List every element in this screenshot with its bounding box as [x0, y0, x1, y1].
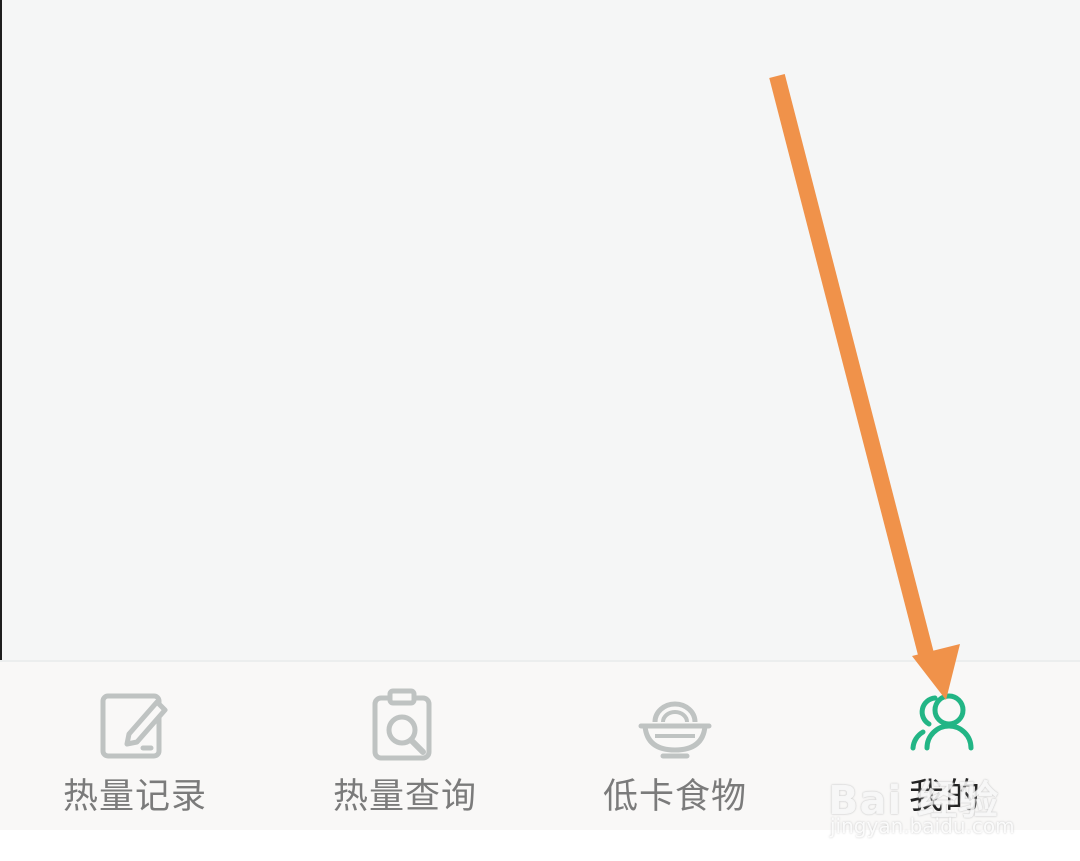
tab-low-cal-food[interactable]: 低卡食物: [565, 662, 785, 830]
tab-calorie-record[interactable]: 热量记录: [25, 662, 245, 830]
tab-calorie-record-label: 热量记录: [62, 777, 207, 817]
tab-calorie-query-label: 热量查询: [332, 777, 477, 817]
baidu-jingyan-watermark: Bai 经验 jingyan.baidu.com: [828, 762, 1028, 842]
food-bowl-icon: [638, 701, 712, 759]
watermark-url: jingyan.baidu.com: [830, 814, 1015, 838]
clipboard-search-icon: [372, 688, 432, 761]
users-icon: [910, 693, 974, 751]
edit-note-icon: [100, 693, 168, 759]
tab-low-cal-food-label: 低卡食物: [602, 777, 747, 817]
main-content-area: [2, 0, 1080, 660]
tab-calorie-query[interactable]: 热量查询: [295, 662, 515, 830]
